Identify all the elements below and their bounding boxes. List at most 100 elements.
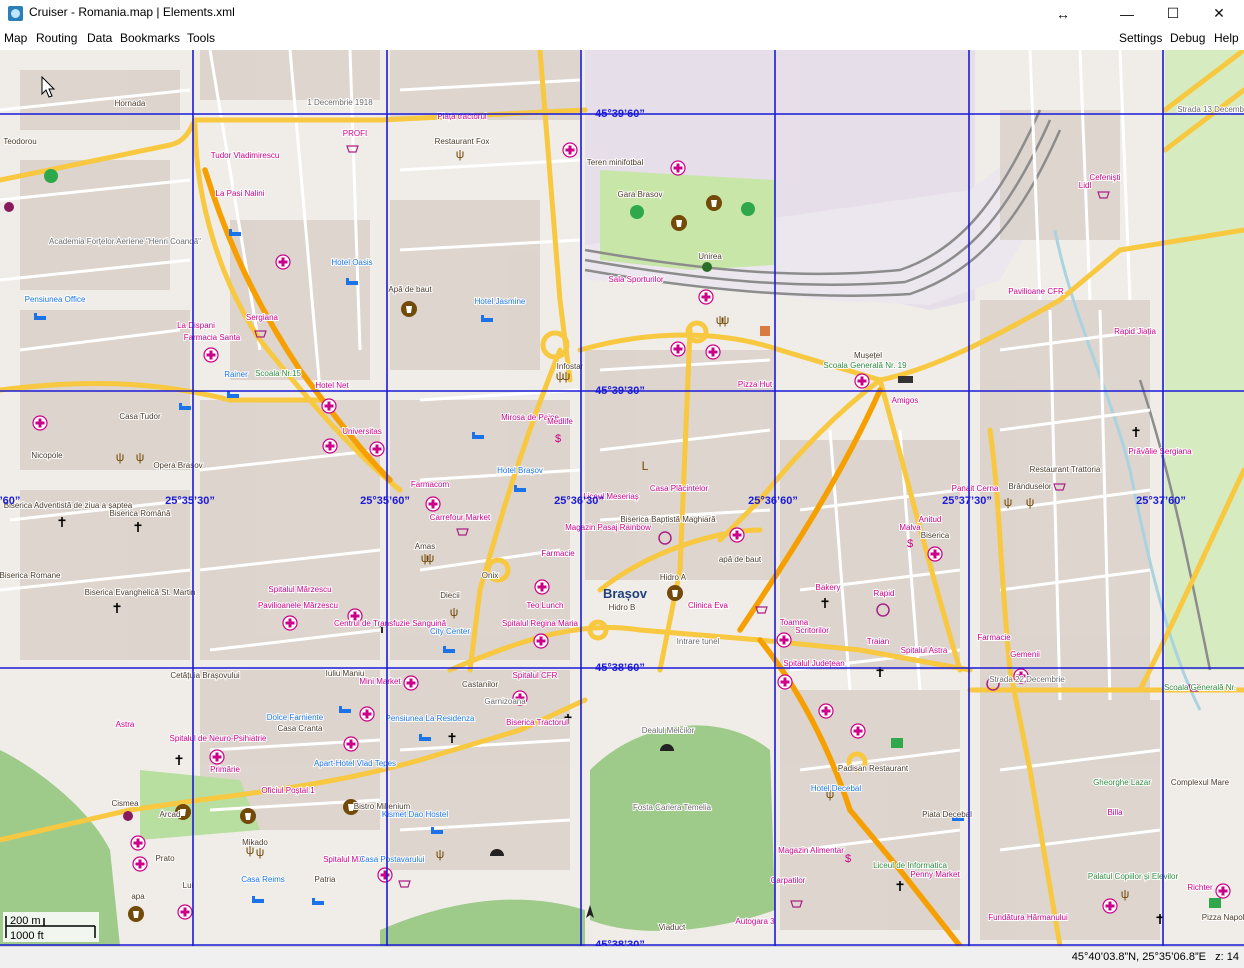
menu-bar: Map Routing Data Bookmarks Tools Setting… xyxy=(0,28,1244,49)
map-label: Spitalul CFR xyxy=(513,671,558,680)
map-label: Casa Cranta xyxy=(278,724,323,733)
drinking-water-icon xyxy=(667,585,683,601)
dentist-icon: $ xyxy=(845,853,851,865)
menu-data[interactable]: Data xyxy=(87,31,112,45)
map-label: Biserica Baptistă Maghiară xyxy=(620,515,716,524)
grid-lat-label: 45°39’30” xyxy=(595,385,645,397)
map-label: Rainer xyxy=(224,370,248,379)
dentist-icon: $ xyxy=(907,538,913,550)
map-label: Casa Postavarului xyxy=(360,855,425,864)
map-label: Teo Lunch xyxy=(527,601,564,610)
map-label: Intrare tunel xyxy=(677,637,720,646)
map-label: Carrefour Market xyxy=(430,513,491,522)
map-label: Cismea xyxy=(111,799,139,808)
map-label: Spitalul de Neuro-Psihiatrie xyxy=(170,734,267,743)
map-label: Hotel Net xyxy=(315,381,349,390)
map-label: Hidro B xyxy=(609,603,636,612)
menu-help[interactable]: Help xyxy=(1214,31,1239,45)
map-label: Piata Decebal xyxy=(922,810,972,819)
grid-lon-label: 25°36’60” xyxy=(748,495,798,507)
map-label: Magazin Pasaj Rainbow xyxy=(565,523,651,532)
map-label: Bakery xyxy=(816,583,841,592)
bus-stop-icon xyxy=(898,376,913,383)
map-label: Hotel Oasis xyxy=(331,258,372,267)
menu-bookmarks[interactable]: Bookmarks xyxy=(120,31,180,45)
pharmacy-icon xyxy=(425,496,441,512)
poi-dot-icon xyxy=(4,202,14,212)
map-label: Pizza Hut xyxy=(738,380,773,389)
restaurant-icon: ψ xyxy=(450,605,459,619)
maximize-button[interactable]: ☐ xyxy=(1150,0,1196,27)
close-button[interactable]: ✕ xyxy=(1196,0,1242,27)
pharmacy-icon xyxy=(534,579,550,595)
map-label: Casa Reims xyxy=(241,875,285,884)
map-label: Restaurant Trattoria xyxy=(1030,465,1101,474)
map-label: Casa Plăcintelor xyxy=(650,484,709,493)
restaurant-icon: ψ xyxy=(1026,495,1035,509)
menu-map[interactable]: Map xyxy=(4,31,27,45)
pharmacy-icon xyxy=(177,904,193,920)
map-label: Hotel Jasmine xyxy=(475,297,526,306)
pharmacy-icon xyxy=(377,867,393,883)
map-label: Biserica Evanghelică St. Martin xyxy=(85,588,196,597)
dentist-icon: $ xyxy=(555,433,561,445)
poi-square-icon xyxy=(760,326,770,336)
map-label: Universitas xyxy=(342,427,382,436)
sports-pitch-icon xyxy=(741,202,755,216)
map-canvas[interactable]: ψ ψ ψ ψ ψ ψ ψ ψ ψ ψ ψ ψ ψ ψ ψ ψ ψ $ $ $ L Brașov Teodorou Horn… xyxy=(0,50,1244,946)
map-label: Hotel Decebal xyxy=(811,784,861,793)
scale-metric-label: 200 m xyxy=(10,915,41,927)
menu-debug[interactable]: Debug xyxy=(1170,31,1205,45)
map-label: Richter xyxy=(1187,883,1213,892)
pharmacy-icon xyxy=(670,160,686,176)
scale-imperial-label: 1000 ft xyxy=(10,930,44,942)
sports-pitch-icon xyxy=(44,169,58,183)
menu-routing[interactable]: Routing xyxy=(36,31,77,45)
restaurant-icon: ψ xyxy=(136,450,145,464)
map-label: Padisan Restaurant xyxy=(838,764,909,773)
map-label: Infostar xyxy=(557,362,584,371)
map-label: Hornada xyxy=(115,99,146,108)
map-label: Sergiana xyxy=(246,313,279,322)
pharmacy-icon xyxy=(818,703,834,719)
map-label: Carpatilor xyxy=(771,876,806,885)
map-label: Farmacie xyxy=(977,633,1011,642)
map-label: Biserica Română xyxy=(110,509,171,518)
pharmacy-icon xyxy=(321,398,337,414)
pharmacy-icon xyxy=(705,344,721,360)
pharmacy-icon xyxy=(32,415,48,431)
pharmacy-icon xyxy=(369,441,385,457)
restaurant-icon: ψ xyxy=(721,313,730,327)
pharmacy-icon xyxy=(203,347,219,363)
menu-settings[interactable]: Settings xyxy=(1119,31,1162,45)
restaurant-icon: ψ xyxy=(1004,495,1013,509)
pharmacy-icon xyxy=(282,615,298,631)
grid-lat-label: 45°38’30” xyxy=(595,939,645,946)
map-label: Medlife xyxy=(547,417,573,426)
menu-tools[interactable]: Tools xyxy=(187,31,215,45)
map-label: Biserica Tractorul xyxy=(506,718,568,727)
map-label: Mușețel xyxy=(854,351,882,360)
resize-icon[interactable]: ↔ xyxy=(1040,0,1086,27)
pharmacy-icon xyxy=(1102,898,1118,914)
restaurant-icon: ψ xyxy=(456,147,465,161)
city-name-label: Brașov xyxy=(603,586,648,601)
map-label: Farmacom xyxy=(411,480,450,489)
map-label: Spitalul Mărzescu xyxy=(268,585,331,594)
map-label: Complexul Mare xyxy=(1171,778,1230,787)
park-gara xyxy=(600,170,775,270)
map-label: Patria xyxy=(315,875,336,884)
map-label: Restaurant Fox xyxy=(435,137,490,146)
minimize-button[interactable]: — xyxy=(1104,0,1150,27)
map-label: Centrul de Transfuzie Sanguină xyxy=(334,619,447,628)
pharmacy-icon xyxy=(359,706,375,722)
grid-lon-label: ’60” xyxy=(0,495,20,507)
map-label: Pensiunea Office xyxy=(25,295,86,304)
pharmacy-icon xyxy=(562,142,578,158)
pharmacy-icon xyxy=(670,341,686,357)
drinking-water-icon xyxy=(128,906,144,922)
scale-bar: 200 m 1000 ft xyxy=(3,912,99,942)
grid-lon-label: 25°37’30” xyxy=(942,495,992,507)
pharmacy-icon xyxy=(322,438,338,454)
map-label: Dolce Farniente xyxy=(267,713,324,722)
